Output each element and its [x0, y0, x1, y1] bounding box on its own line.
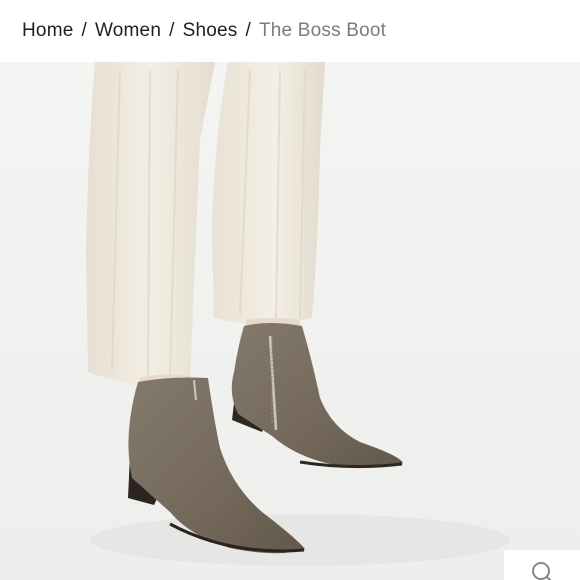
trouser-leg-right: [212, 62, 325, 324]
breadcrumb-women[interactable]: Women: [95, 20, 161, 42]
zoom-icon: [532, 562, 552, 580]
breadcrumb: Home / Women / Shoes / The Boss Boot: [0, 0, 580, 62]
product-page: Home / Women / Shoes / The Boss Boot: [0, 0, 580, 580]
zoom-button[interactable]: [504, 550, 580, 580]
boots-illustration: [0, 62, 580, 580]
floor-shadow: [90, 514, 510, 566]
breadcrumb-home[interactable]: Home: [22, 20, 73, 42]
breadcrumb-separator: /: [169, 20, 175, 41]
breadcrumb-shoes[interactable]: Shoes: [183, 20, 238, 42]
breadcrumb-separator: /: [81, 20, 87, 41]
breadcrumb-separator: /: [245, 20, 251, 41]
breadcrumb-current: The Boss Boot: [258, 20, 387, 41]
product-photo[interactable]: [0, 62, 580, 580]
